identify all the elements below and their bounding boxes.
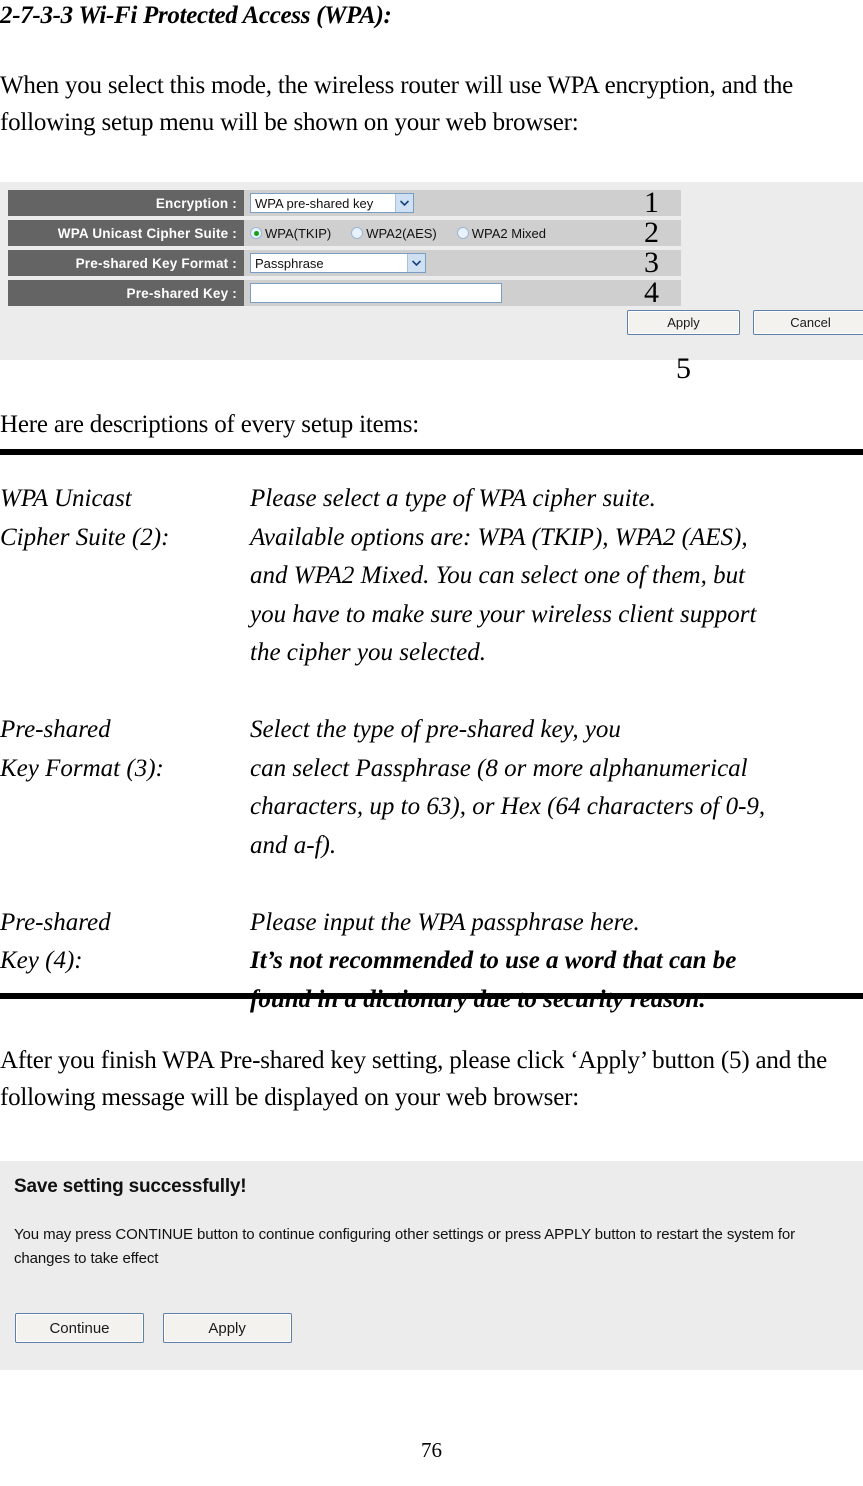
preshared-key-input[interactable] (250, 283, 502, 303)
definition-desc-line: Please input the WPA passphrase here. (250, 908, 640, 936)
definition-term-line: Key Format (3): (0, 754, 164, 782)
definition-desc-line: characters, up to 63), or Hex (64 charac… (250, 793, 766, 820)
definition-term-spacer (0, 596, 250, 635)
callout-marker-2: 2 (644, 216, 659, 249)
cancel-button[interactable]: Cancel (753, 310, 863, 335)
save-result-button-row: Continue Apply (15, 1313, 307, 1343)
radio-dot-icon (250, 227, 262, 239)
setup-form-button-row: Apply Cancel (8, 310, 863, 338)
wpa-setup-form-panel: Encryption : WPA pre-shared key 1 WPA Un… (0, 182, 863, 360)
definition-desc-line: and WPA2 Mixed. You can select one of th… (250, 562, 746, 589)
definition-term-line: WPA Unicast (0, 485, 132, 512)
definition-gap (0, 865, 863, 904)
definition-term-spacer (0, 634, 250, 673)
form-row-key-format: Pre-shared Key Format : Passphrase 3 (8, 246, 681, 279)
form-row-encryption: Encryption : WPA pre-shared key 1 (8, 186, 681, 219)
apply-button[interactable]: Apply (162, 1313, 292, 1343)
radio-dot-icon (351, 227, 364, 239)
definition-block-cipher-suite: WPA Unicast Please select a type of WPA … (0, 480, 863, 673)
definition-term-spacer (0, 788, 250, 827)
label-key-format: Pre-shared Key Format : (8, 250, 244, 276)
divider-top (0, 449, 863, 455)
definition-desc-line: It’s not recommended to use a word that … (250, 947, 737, 974)
definition-term-spacer (0, 981, 250, 1020)
save-result-title: Save setting successfully! (14, 1176, 247, 1197)
definition-term-spacer (0, 557, 250, 596)
definition-block-preshared-key: Pre-shared Please input the WPA passphra… (0, 904, 863, 1020)
definition-desc-line: the cipher you selected. (250, 639, 487, 666)
section-heading: 2-7-3-3 Wi-Fi Protected Access (WPA): (0, 2, 392, 29)
label-cipher-suite: WPA Unicast Cipher Suite : (8, 220, 244, 246)
chevron-down-icon (395, 194, 413, 212)
form-row-cipher-suite: WPA Unicast Cipher Suite : WPA(TKIP) WPA… (8, 216, 681, 249)
encryption-select[interactable]: WPA pre-shared key (250, 193, 414, 213)
cipher-suite-radio-group: WPA(TKIP) WPA2(AES) WPA2 Mixed (250, 226, 546, 241)
radio-wpa2-aes[interactable]: WPA2(AES) (351, 226, 437, 241)
radio-wpa-tkip[interactable]: WPA(TKIP) (250, 226, 331, 241)
save-result-panel: Save setting successfully! You may press… (0, 1161, 863, 1370)
definition-term-line: Cipher Suite (2): (0, 523, 170, 551)
definition-desc-line: you have to make sure your wireless clie… (250, 600, 757, 628)
document-page: 2-7-3-3 Wi-Fi Protected Access (WPA): Wh… (0, 0, 863, 1486)
chevron-down-icon (407, 254, 425, 272)
definition-desc-line: and a-f). (250, 831, 337, 859)
page-number: 76 (421, 1438, 442, 1462)
definition-term-line: Pre-shared (0, 716, 111, 743)
definition-term-spacer (0, 827, 250, 866)
definition-block-key-format: Pre-shared Select the type of pre-shared… (0, 711, 863, 865)
save-result-message: You may press CONTINUE button to continu… (14, 1226, 796, 1267)
intro-paragraph: When you select this mode, the wireless … (0, 72, 794, 136)
radio-label-wpa-tkip: WPA(TKIP) (265, 225, 332, 241)
definition-desc-line: Available options are: WPA (TKIP), WPA2 … (250, 523, 748, 551)
key-format-select-value: Passphrase (255, 255, 324, 271)
encryption-select-value: WPA pre-shared key (255, 195, 374, 211)
descriptions-lead-paragraph: Here are descriptions of every setup ite… (0, 411, 420, 438)
label-encryption: Encryption : (8, 190, 244, 216)
field-preshared-key: 4 (244, 276, 681, 309)
form-row-preshared-key: Pre-shared Key : 4 (8, 276, 681, 309)
definition-desc-line: Select the type of pre-shared key, you (250, 716, 621, 743)
label-preshared-key: Pre-shared Key : (8, 280, 244, 306)
divider-bottom (0, 993, 863, 999)
field-key-format: Passphrase 3 (244, 246, 681, 279)
setup-item-descriptions: WPA Unicast Please select a type of WPA … (0, 480, 863, 1019)
after-apply-paragraph: After you finish WPA Pre-shared key sett… (0, 1047, 827, 1111)
callout-marker-5: 5 (676, 352, 691, 385)
field-cipher-suite: WPA(TKIP) WPA2(AES) WPA2 Mixed 2 (244, 216, 681, 249)
field-encryption: WPA pre-shared key 1 (244, 186, 681, 219)
callout-marker-1: 1 (644, 186, 659, 219)
callout-marker-3: 3 (644, 246, 659, 279)
radio-label-wpa2-mixed: WPA2 Mixed (471, 225, 546, 241)
definition-term-line: Key (4): (0, 947, 83, 974)
definition-desc-line: Please select a type of WPA cipher suite… (250, 485, 656, 512)
continue-button[interactable]: Continue (15, 1313, 144, 1343)
callout-marker-4: 4 (644, 276, 659, 309)
radio-label-wpa2-aes: WPA2(AES) (366, 225, 437, 241)
definition-term-line: Pre-shared (0, 908, 111, 936)
radio-wpa2-mixed[interactable]: WPA2 Mixed (456, 225, 546, 241)
definition-desc-line: found in a dictionary due to security re… (250, 985, 706, 1013)
key-format-select[interactable]: Passphrase (250, 253, 426, 273)
definition-desc-line: can select Passphrase (8 or more alphanu… (250, 754, 748, 782)
radio-dot-icon (456, 227, 469, 239)
definition-gap (0, 673, 863, 712)
apply-button[interactable]: Apply (627, 310, 740, 335)
